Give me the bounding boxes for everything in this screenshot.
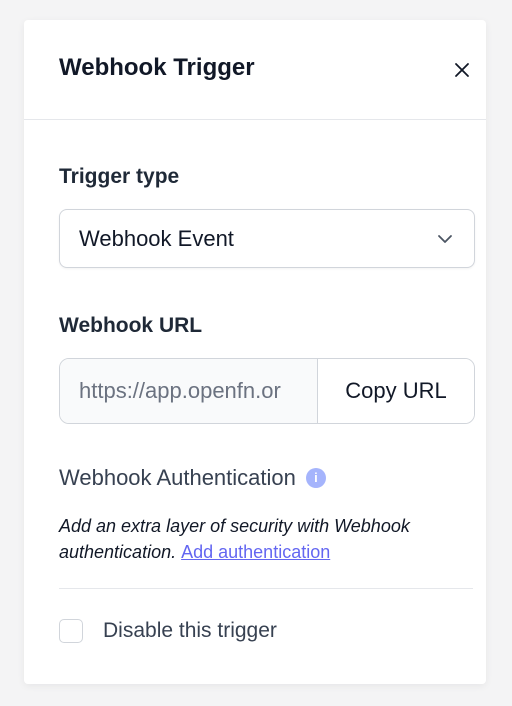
disable-trigger-label[interactable]: Disable this trigger bbox=[103, 619, 277, 643]
add-authentication-link[interactable]: Add authentication bbox=[181, 542, 330, 562]
webhook-url-input[interactable] bbox=[60, 359, 318, 423]
close-button[interactable] bbox=[450, 58, 474, 82]
trigger-type-select[interactable]: Webhook Event bbox=[59, 209, 475, 268]
info-icon[interactable]: i bbox=[305, 468, 326, 488]
trigger-type-value: Webhook Event bbox=[79, 226, 234, 251]
authentication-description: Add an extra layer of security with Webh… bbox=[59, 513, 479, 565]
chevron-down-icon bbox=[438, 235, 452, 243]
webhook-url-label: Webhook URL bbox=[59, 314, 203, 337]
webhook-url-group: Copy URL bbox=[59, 358, 475, 424]
trigger-type-label: Trigger type bbox=[59, 165, 180, 188]
divider bbox=[59, 588, 473, 589]
disable-trigger-checkbox[interactable] bbox=[59, 619, 83, 643]
panel-header: Webhook Trigger bbox=[24, 20, 486, 120]
close-icon bbox=[455, 63, 469, 77]
copy-url-button[interactable]: Copy URL bbox=[318, 359, 474, 423]
webhook-authentication-title: Webhook Authentication bbox=[59, 465, 296, 490]
webhook-authentication-heading: Webhook Authentication i bbox=[59, 465, 326, 491]
panel-title: Webhook Trigger bbox=[59, 54, 255, 81]
webhook-trigger-panel: Webhook Trigger Trigger type Webhook Eve… bbox=[24, 20, 486, 684]
